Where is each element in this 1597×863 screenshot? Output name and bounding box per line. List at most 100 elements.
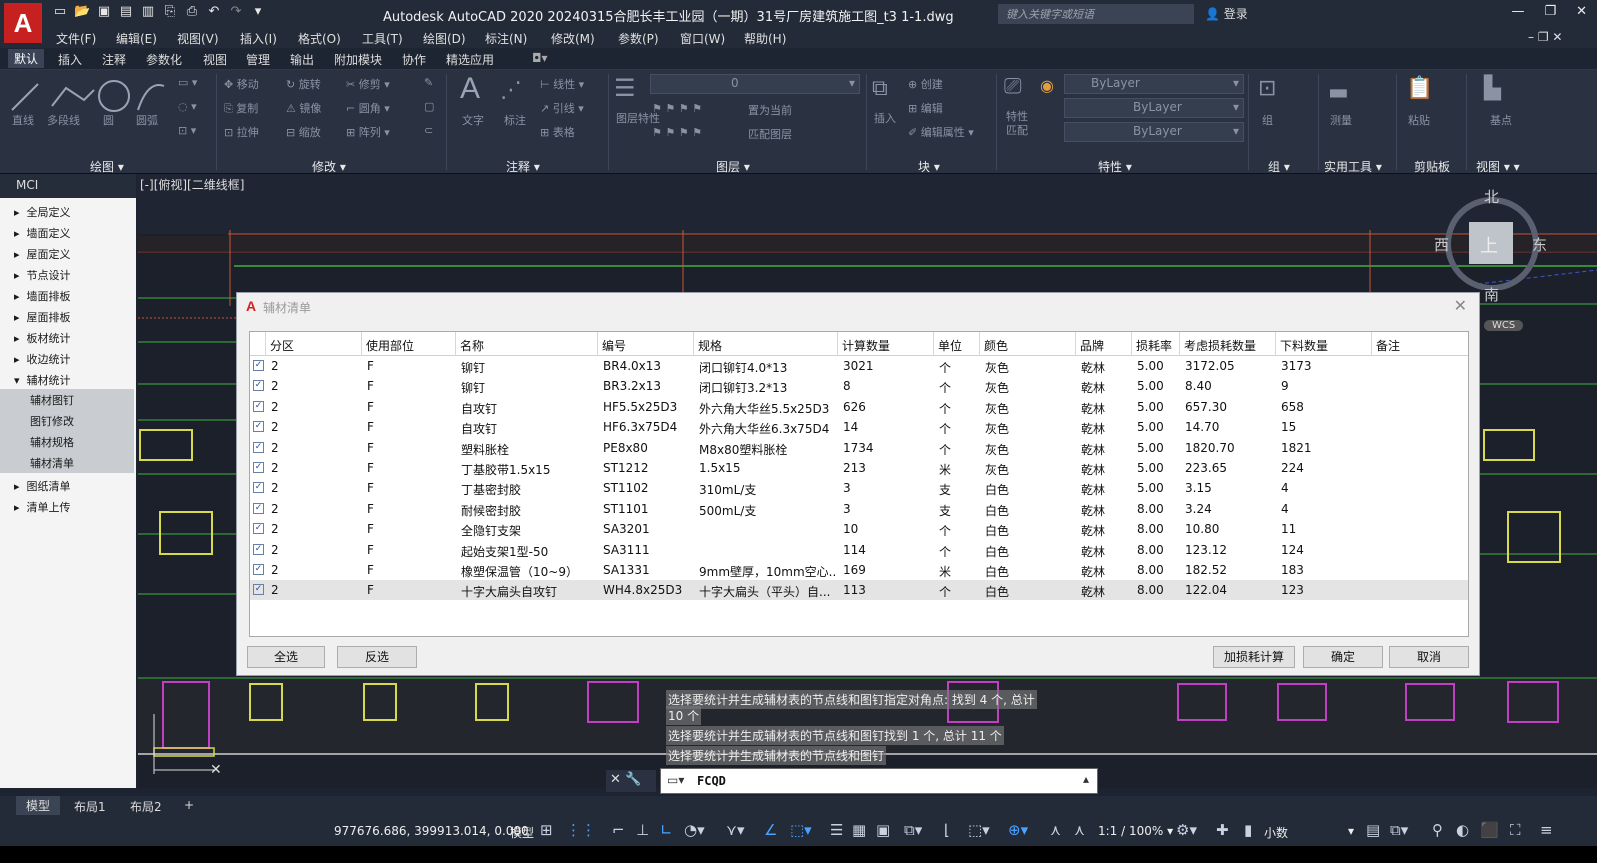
mci-item-wall-def[interactable]: ▸ 墙面定义 bbox=[14, 225, 71, 241]
menu-file[interactable]: 文件(F) bbox=[56, 30, 96, 47]
table-tool[interactable]: ⊞ 表格 bbox=[540, 124, 575, 140]
mci-item-roof-def[interactable]: ▸ 屋面定义 bbox=[14, 246, 71, 262]
arc-tool[interactable]: 圆弧 bbox=[136, 112, 158, 128]
header-col[interactable]: 编号 bbox=[598, 332, 694, 356]
header-col[interactable]: 颜色 bbox=[980, 332, 1076, 356]
linear-tool[interactable]: ⊢ 线性 ▾ bbox=[540, 76, 584, 92]
tab-parametric[interactable]: 参数化 bbox=[146, 51, 182, 68]
viewcube[interactable]: 北 西 东 南 上 WCS bbox=[1434, 188, 1547, 331]
tab-featured-apps[interactable]: 精选应用 bbox=[446, 51, 494, 68]
model-space-button[interactable]: 模型 bbox=[510, 824, 534, 841]
mci-item-panel-stats[interactable]: ▸ 板材统计 bbox=[14, 330, 71, 346]
group-tool[interactable]: 组 bbox=[1262, 112, 1273, 128]
menu-modify[interactable]: 修改(M) bbox=[551, 30, 595, 47]
dimension-tool[interactable]: 标注 bbox=[504, 112, 526, 128]
row-checkbox[interactable]: ✓ bbox=[253, 482, 264, 494]
close-button[interactable]: ✕ bbox=[1576, 4, 1587, 19]
mci-item-trim-stats[interactable]: ▸ 收边统计 bbox=[14, 351, 71, 367]
menu-insert[interactable]: 插入(I) bbox=[240, 30, 277, 47]
header-col[interactable]: 分区 bbox=[266, 332, 362, 356]
header-col[interactable]: 备注 bbox=[1372, 332, 1468, 356]
units-dropdown[interactable]: 小数 ▾ bbox=[1264, 824, 1354, 841]
menu-dimension[interactable]: 标注(N) bbox=[485, 30, 527, 47]
object-snap-tracking-icon[interactable]: ∠ bbox=[764, 821, 777, 839]
tab-layout2[interactable]: 布局2 bbox=[130, 798, 162, 815]
header-col[interactable]: 规格 bbox=[694, 332, 838, 356]
header-col[interactable]: 考虑损耗数量 bbox=[1180, 332, 1276, 356]
paste-icon[interactable]: 📋 bbox=[1406, 76, 1433, 101]
object-snap-icon[interactable]: ⬚▾ bbox=[790, 821, 812, 839]
customization-icon[interactable]: ≡ bbox=[1540, 821, 1553, 839]
wcs-menu[interactable]: WCS bbox=[1484, 320, 1524, 331]
panel-block[interactable]: 块 ▾ bbox=[918, 158, 940, 175]
tab-insert[interactable]: 插入 bbox=[58, 51, 82, 68]
customize-command-icon[interactable]: 🔧 bbox=[625, 772, 641, 787]
add-loss-button[interactable]: 加损耗计算 bbox=[1213, 646, 1295, 668]
annotation-monitor-icon[interactable]: ✚ bbox=[1216, 821, 1229, 839]
table-row[interactable]: ✓ 2 F 铆钉 BR4.0x13 闭口铆钉4.0*13 3021 个 灰色 乾林 5.00 3172… bbox=[250, 356, 1468, 376]
tab-default[interactable]: 默认 bbox=[8, 49, 45, 68]
row-checkbox[interactable]: ✓ bbox=[253, 421, 264, 433]
table-row[interactable]: ✓ 2 F 丁基密封胶 ST1102 310mL/支 3 支 白色 乾林 5.00 3.15 4 bbox=[250, 478, 1468, 498]
lineweight-dropdown[interactable]: ByLayer ▾ bbox=[1064, 122, 1244, 142]
compass-east[interactable]: 东 bbox=[1532, 234, 1547, 255]
row-checkbox[interactable]: ✓ bbox=[253, 523, 264, 535]
table-row[interactable]: ✓ 2 F 丁基胶带1.5x15 ST1212 1.5x15 213 米 灰色 乾林 5.00 223… bbox=[250, 458, 1468, 478]
isolate-objects-icon[interactable]: ⚲ bbox=[1432, 821, 1443, 839]
header-col[interactable]: 损耗率 bbox=[1132, 332, 1180, 356]
fillet-tool[interactable]: ⌐ 圆角 ▾ bbox=[346, 100, 390, 116]
mci-item-upload-list[interactable]: ▸ 清单上传 bbox=[14, 499, 71, 515]
compass-south[interactable]: 南 bbox=[1484, 284, 1499, 305]
panel-group[interactable]: 组 ▾ bbox=[1268, 158, 1290, 175]
menu-parametric[interactable]: 参数(P) bbox=[618, 30, 659, 47]
tab-collaborate[interactable]: 协作 bbox=[402, 51, 426, 68]
panel-clipboard[interactable]: 剪贴板 bbox=[1414, 158, 1450, 175]
row-checkbox[interactable]: ✓ bbox=[253, 360, 264, 371]
match-properties-tool[interactable]: 特性匹配 bbox=[1006, 110, 1032, 138]
restore-button[interactable]: ❐ bbox=[1544, 4, 1556, 19]
color-dropdown[interactable]: ByLayer ▾ bbox=[1064, 74, 1244, 94]
mci-item-drawing-list[interactable]: ▸ 图纸清单 bbox=[14, 478, 71, 494]
recent-commands-icon[interactable]: ▭▾ bbox=[667, 773, 684, 787]
more-draw-icon[interactable]: ⊡ ▾ bbox=[178, 124, 196, 137]
layer-dropdown[interactable]: 0 ▾ bbox=[650, 74, 860, 94]
circle-tool[interactable]: 圆 bbox=[103, 112, 114, 128]
annotation-visibility-icon[interactable]: ⋏ bbox=[1050, 821, 1061, 839]
tab-annotate[interactable]: 注释 bbox=[102, 51, 126, 68]
tab-model[interactable]: 模型 bbox=[16, 796, 61, 815]
tab-layout1[interactable]: 布局1 bbox=[74, 798, 106, 815]
menu-view[interactable]: 视图(V) bbox=[177, 30, 219, 47]
save-icon[interactable]: ▣ bbox=[96, 4, 112, 20]
polar-tracking-icon[interactable]: ◔▾ bbox=[684, 821, 705, 839]
panel-modify[interactable]: 修改 ▾ bbox=[312, 158, 346, 175]
panel-view[interactable]: 视图 ▾ ▾ bbox=[1476, 158, 1520, 175]
stretch-tool[interactable]: ⊡ 拉伸 bbox=[224, 124, 259, 140]
menu-window[interactable]: 窗口(W) bbox=[680, 30, 725, 47]
trim-tool[interactable]: ✂ 修剪 ▾ bbox=[346, 76, 390, 92]
mci-sub-accessory-list[interactable]: 辅材清单 bbox=[0, 452, 134, 473]
web-save-icon[interactable]: ▥ bbox=[140, 4, 156, 20]
row-checkbox[interactable]: ✓ bbox=[253, 564, 264, 575]
open-file-icon[interactable]: 📂 bbox=[74, 4, 90, 20]
redo-icon[interactable]: ↷ bbox=[228, 4, 244, 20]
draw-tools-icons[interactable] bbox=[8, 76, 168, 116]
units-icon[interactable]: ▮ bbox=[1244, 821, 1252, 839]
cancel-button[interactable]: 取消 bbox=[1389, 646, 1469, 668]
paste-tool[interactable]: 粘贴 bbox=[1408, 112, 1430, 128]
insert-block-tool[interactable]: 插入 bbox=[874, 110, 896, 126]
polyline-tool[interactable]: 多段线 bbox=[47, 112, 80, 128]
select-all-button[interactable]: 全选 bbox=[247, 646, 325, 668]
table-row[interactable]: ✓ 2 F 自攻钉 HF5.5x25D3 外六角大华丝5.5x25D3 626 个 灰色 乾林 5.… bbox=[250, 397, 1468, 417]
ribbon-options-icon[interactable]: ◘▾ bbox=[532, 51, 548, 65]
print-icon[interactable]: ⎙ bbox=[184, 4, 200, 20]
table-row[interactable]: ✓ 2 F 铆钉 BR3.2x13 闭口铆钉3.2*13 8 个 灰色 乾林 5.00 8.40 9 bbox=[250, 376, 1468, 396]
linetype-dropdown[interactable]: ByLayer ▾ bbox=[1064, 98, 1244, 118]
selection-cycling-icon[interactable]: ▣ bbox=[876, 821, 890, 839]
lineweight-icon[interactable]: ☰ bbox=[830, 821, 843, 839]
workspace-icon[interactable]: ⚙▾ bbox=[1176, 821, 1197, 839]
dialog-close-button[interactable]: ✕ bbox=[1454, 296, 1467, 315]
menu-edit[interactable]: 编辑(E) bbox=[116, 30, 157, 47]
header-col[interactable]: 下料数量 bbox=[1276, 332, 1372, 356]
table-row[interactable]: ✓ 2 F 塑料胀栓 PE8x80 M8x80塑料胀栓 1734 个 灰色 乾林 5.00 1820.… bbox=[250, 438, 1468, 458]
doc-minimize-button[interactable]: – ❐ ✕ bbox=[1528, 30, 1562, 44]
